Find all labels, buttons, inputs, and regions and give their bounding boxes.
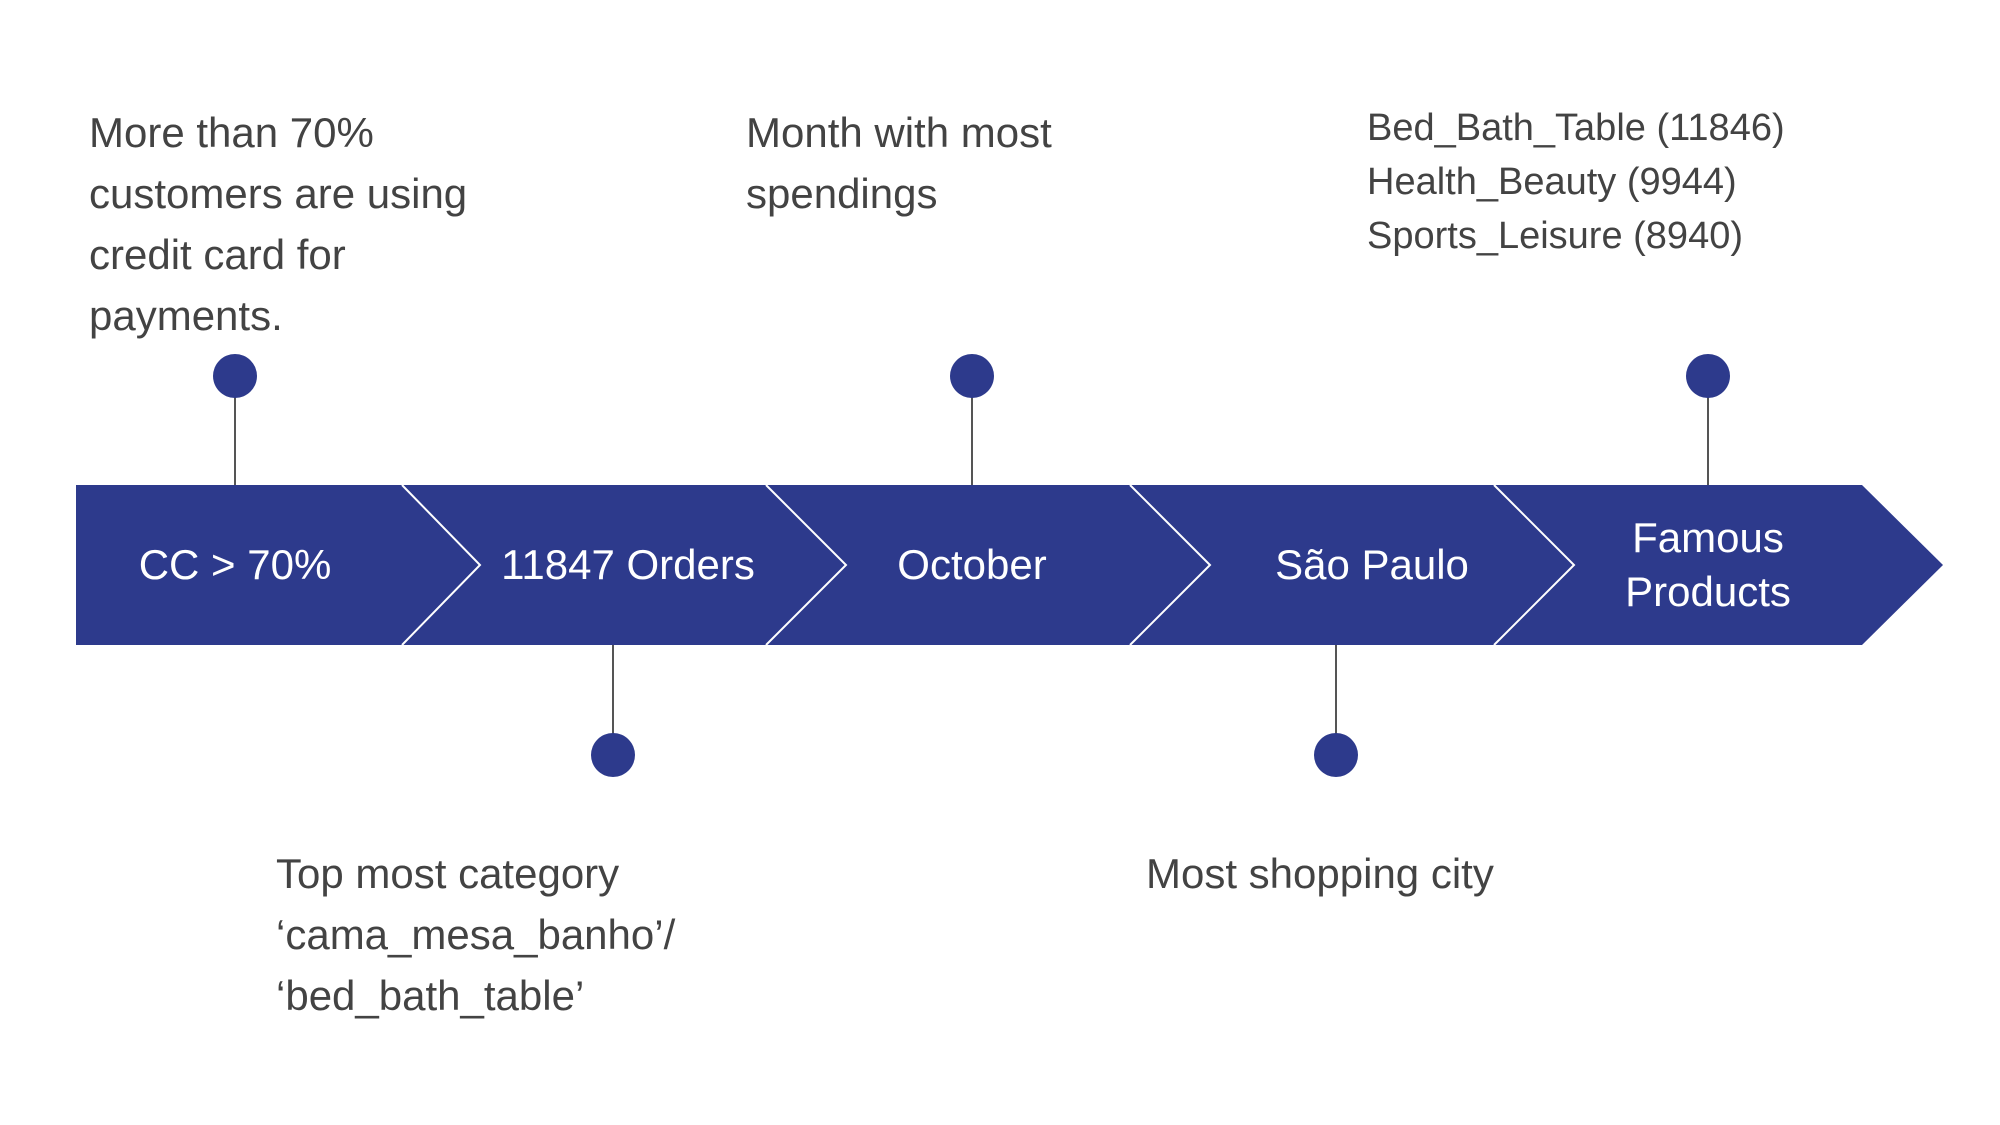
annotation-line: credit card for [89,231,346,278]
annotation-top-category: Top most category ‘cama_mesa_banho’/ ‘be… [276,843,675,1026]
annotation-shopping-city: Most shopping city [1146,843,1494,904]
milestone-dot-october [950,354,994,398]
segment-label-sao-paulo: São Paulo [1275,538,1469,592]
annotation-line: Top most category [276,850,620,897]
segment-label-line: 11847 Orders [501,541,755,588]
segment-label-line: October [897,541,1047,588]
annotation-line: ‘bed_bath_table’ [276,972,585,1019]
milestone-dot-cc [213,354,257,398]
annotation-line: customers are using [89,170,468,217]
annotation-line: More than 70% [89,109,374,156]
milestone-dot-orders [591,733,635,777]
milestone-dot-famous-products [1686,354,1730,398]
annotation-month-spendings: Month with most spendings [746,102,1052,224]
annotation-line: payments. [89,292,283,339]
annotation-famous-products-list: Bed_Bath_Table (11846) Health_Beauty (99… [1367,101,1785,263]
segment-label-famous-products: Famous Products [1625,511,1791,619]
segment-label-line: São Paulo [1275,541,1469,588]
annotation-line: Health_Beauty (9944) [1367,161,1737,203]
annotation-credit-card: More than 70% customers are using credit… [89,102,467,346]
segment-label-cc: CC > 70% [139,538,332,592]
segment-label-line: Products [1625,568,1791,615]
annotation-line: Most shopping city [1146,850,1494,897]
annotation-line: spendings [746,170,938,217]
segment-label-october: October [897,538,1046,592]
annotation-line: Bed_Bath_Table (11846) [1367,107,1785,149]
annotation-line: Month with most [746,109,1052,156]
annotation-line: Sports_Leisure (8940) [1367,215,1743,257]
segment-label-line: Famous [1632,514,1784,561]
segment-label-line: CC > 70% [138,541,332,588]
segment-label-orders: 11847 Orders [501,538,755,592]
milestone-dot-sao-paulo [1314,733,1358,777]
annotation-line: ‘cama_mesa_banho’/ [276,911,676,958]
